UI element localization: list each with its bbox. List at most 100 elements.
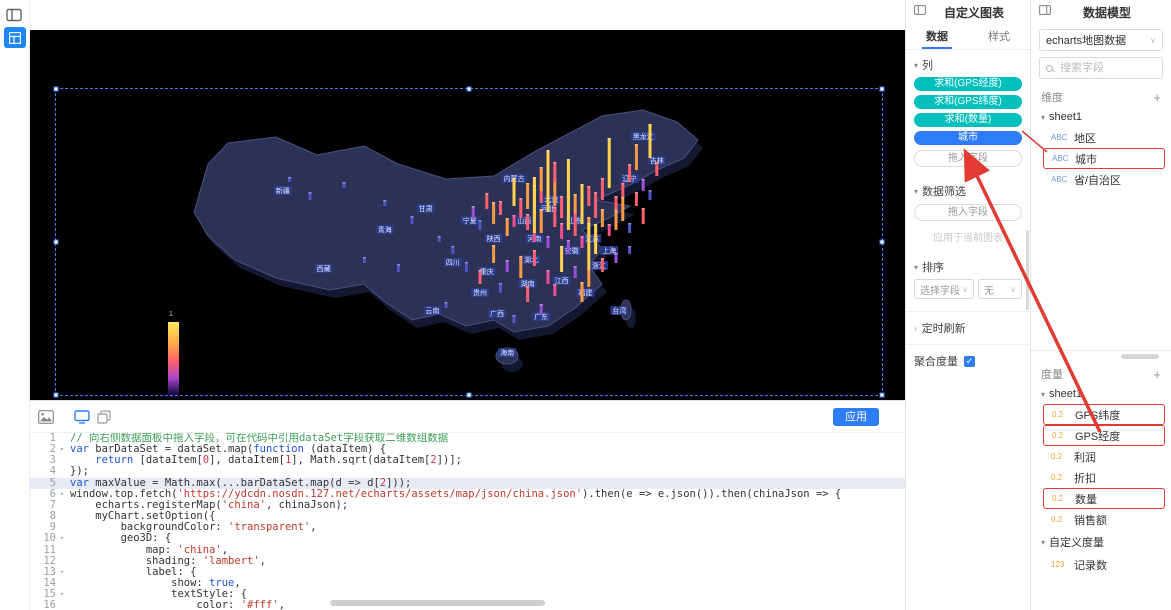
- field-item[interactable]: 0.2GPS经度: [1043, 425, 1165, 446]
- column-pill[interactable]: 城市: [914, 131, 1022, 145]
- chart-panel-header: 自定义图表: [906, 0, 1030, 24]
- dimensions-tree: ▾sheet1ABC地区ABC城市ABC省/自治区: [1031, 107, 1171, 190]
- code-editor: 应用 1// 向右侧数据面板中拖入字段，可在代码中引用dataSet字段获取二维…: [30, 400, 905, 610]
- code-line[interactable]: 4});: [30, 466, 905, 477]
- field-type-icon: ABC: [1051, 133, 1069, 142]
- columns-section-header[interactable]: ▾ 列: [914, 57, 1022, 73]
- field-type-icon: ABC: [1052, 154, 1070, 163]
- custom-chart-panel: 自定义图表 数据 样式 ▾ 列 求和(GPS经度) 求和(GPS纬度) 求和(数量)…: [905, 0, 1030, 610]
- chart-canvas[interactable]: 新疆西藏青海甘肃内蒙古黑龙江吉林辽宁北京河北山西山东河南江苏安徽上海浙江湖北四川…: [30, 30, 905, 400]
- sort-section-title: 排序: [922, 259, 944, 275]
- panel-scrollbar[interactable]: [1026, 230, 1029, 310]
- selection-handle[interactable]: [467, 87, 472, 92]
- tab-style[interactable]: 样式: [968, 24, 1030, 49]
- selection-handle[interactable]: [54, 87, 59, 92]
- field-group[interactable]: ▾sheet1: [1031, 107, 1171, 127]
- field-item[interactable]: 0.2销售额: [1031, 509, 1171, 530]
- chevron-down-icon: ▾: [914, 187, 918, 196]
- search-input[interactable]: [1058, 61, 1143, 75]
- chevron-right-icon: ›: [914, 324, 917, 333]
- filter-section-title: 数据筛选: [922, 183, 966, 199]
- field-item[interactable]: ABC城市: [1043, 148, 1165, 169]
- measures-header: 度量 +: [1031, 362, 1171, 384]
- field-item[interactable]: 0.2利润: [1031, 446, 1171, 467]
- field-search: [1039, 57, 1163, 79]
- left-toolbar: [0, 0, 30, 610]
- collapse-panel-icon[interactable]: [914, 3, 926, 21]
- code-toolbar: 应用: [30, 401, 905, 433]
- field-item[interactable]: ABC地区: [1031, 127, 1171, 148]
- field-type-icon: 123: [1051, 560, 1069, 569]
- copy-code-icon[interactable]: [97, 410, 111, 429]
- field-item[interactable]: 0.2GPS纬度: [1043, 404, 1165, 425]
- selection-handle[interactable]: [54, 393, 59, 398]
- field-type-icon: 0.2: [1052, 494, 1070, 503]
- chevron-down-icon: ▾: [1041, 113, 1045, 122]
- columns-dropzone[interactable]: 拖入字段: [914, 150, 1022, 167]
- code-body[interactable]: 1// 向右侧数据面板中拖入字段，可在代码中引用dataSet字段获取二维数组数…: [30, 433, 905, 610]
- field-group[interactable]: ▾sheet1: [1031, 384, 1171, 404]
- column-pill[interactable]: 求和(GPS纬度): [914, 95, 1022, 109]
- panel-toggle-icon[interactable]: [6, 7, 22, 28]
- sort-order-select[interactable]: 无∨: [978, 279, 1022, 299]
- field-type-icon: 0.2: [1052, 410, 1070, 419]
- chart-panel-title: 自定义图表: [926, 4, 1022, 21]
- field-type-icon: 0.2: [1051, 515, 1069, 524]
- field-type-icon: 0.2: [1051, 452, 1069, 461]
- chevron-down-icon: ∨: [962, 285, 968, 294]
- chart-panel-tabs: 数据 样式: [906, 24, 1030, 50]
- filter-section: ▾ 数据筛选 拖入字段 应用于当前图表: [906, 176, 1030, 252]
- add-dimension-button[interactable]: +: [1153, 90, 1161, 105]
- divider: [1031, 350, 1171, 351]
- model-panel-scrollbar[interactable]: [1121, 354, 1159, 359]
- field-item[interactable]: 0.2数量: [1043, 488, 1165, 509]
- aggregate-label: 聚合度量: [914, 353, 958, 369]
- column-pill[interactable]: 求和(数量): [914, 113, 1022, 127]
- search-icon: [1046, 65, 1053, 72]
- filter-section-header[interactable]: ▾ 数据筛选: [914, 183, 1022, 199]
- field-type-icon: 0.2: [1052, 431, 1070, 440]
- aggregate-row: 聚合度量: [906, 345, 1030, 377]
- datasource-select[interactable]: echarts地图数据∨: [1039, 29, 1163, 51]
- chevron-down-icon: ▾: [914, 61, 918, 70]
- apply-button[interactable]: 应用: [833, 408, 879, 426]
- field-group[interactable]: ▾自定义度量: [1031, 530, 1171, 554]
- field-item[interactable]: ABC省/自治区: [1031, 169, 1171, 190]
- selection-handle[interactable]: [880, 240, 885, 245]
- refresh-section-header[interactable]: › 定时刷新: [906, 312, 1030, 344]
- chevron-down-icon: ∨: [1010, 285, 1016, 294]
- model-panel-title: 数据模型: [1051, 4, 1163, 21]
- tab-data[interactable]: 数据: [906, 24, 968, 49]
- selection-handle[interactable]: [880, 87, 885, 92]
- chevron-down-icon: ▾: [1041, 538, 1045, 547]
- sort-field-select[interactable]: 选择字段∨: [914, 279, 974, 299]
- selection-box[interactable]: [55, 88, 883, 396]
- chevron-down-icon: ▾: [914, 263, 918, 272]
- filter-dropzone[interactable]: 拖入字段: [914, 204, 1022, 221]
- field-item[interactable]: 0.2折扣: [1031, 467, 1171, 488]
- model-panel-header: 数据模型: [1031, 0, 1171, 24]
- field-type-icon: 0.2: [1051, 473, 1069, 482]
- add-measure-button[interactable]: +: [1153, 367, 1161, 382]
- chevron-down-icon: ∨: [1150, 36, 1156, 45]
- filter-note: 应用于当前图表: [914, 229, 1022, 244]
- chevron-down-icon: ▾: [1041, 390, 1045, 399]
- horizontal-scrollbar[interactable]: [330, 600, 545, 606]
- collapse-panel-icon[interactable]: [1039, 3, 1051, 21]
- selection-handle[interactable]: [54, 240, 59, 245]
- sort-section-header[interactable]: ▾ 排序: [914, 259, 1022, 275]
- selection-handle[interactable]: [467, 393, 472, 398]
- measures-title: 度量: [1041, 366, 1063, 382]
- chart-widget-icon[interactable]: [4, 27, 26, 48]
- selection-handle[interactable]: [880, 393, 885, 398]
- code-line[interactable]: 10▾ geo3D: {: [30, 533, 905, 544]
- dimensions-title: 维度: [1041, 89, 1063, 105]
- code-line[interactable]: 3 return [dataItem[0], dataItem[1], Math…: [30, 455, 905, 466]
- image-export-icon[interactable]: [38, 410, 54, 429]
- field-item[interactable]: 123记录数: [1031, 554, 1171, 575]
- aggregate-checkbox[interactable]: [964, 356, 975, 367]
- columns-pill-list: 求和(GPS经度) 求和(GPS纬度) 求和(数量) 城市: [914, 77, 1022, 145]
- preview-monitor-icon[interactable]: [74, 410, 90, 429]
- column-pill[interactable]: 求和(GPS经度): [914, 77, 1022, 91]
- columns-section-title: 列: [922, 57, 933, 73]
